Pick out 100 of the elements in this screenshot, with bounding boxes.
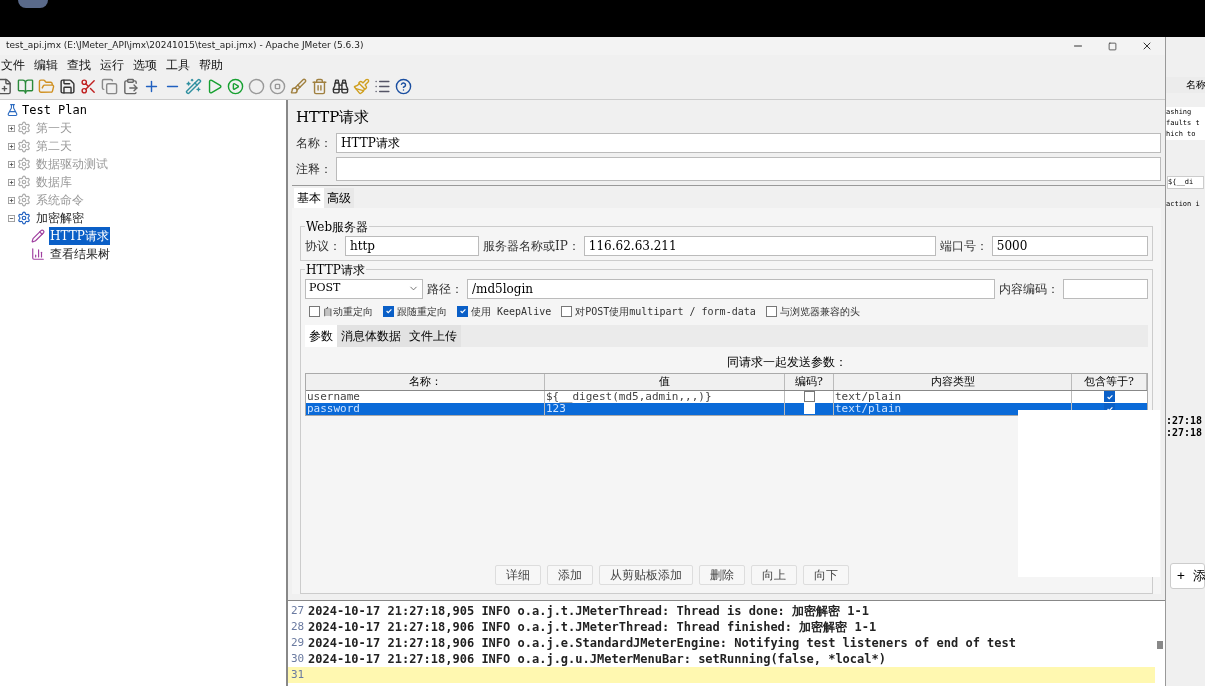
checkbox[interactable]	[561, 305, 573, 317]
play-no-pause-icon[interactable]	[227, 78, 244, 95]
close-icon[interactable]	[1141, 40, 1153, 52]
option-label: 与浏览器兼容的头	[779, 304, 860, 319]
time-text: :27:18	[1166, 427, 1204, 439]
gear-icon	[17, 139, 31, 153]
field-label: 协议：	[305, 237, 341, 255]
window-title: test_api.jmx (E:\JMeter_API\jmx\20241015\test_api.jmx) - Apache JMeter (5.6.3)	[6, 39, 365, 53]
protocol-field[interactable]: http	[345, 235, 479, 256]
chart-icon	[31, 247, 45, 261]
line-number: 28	[290, 618, 306, 635]
line-number: 30	[290, 650, 306, 667]
column-header[interactable]: 值	[545, 373, 785, 390]
tab[interactable]: 消息体数据	[337, 324, 405, 347]
expand-icon[interactable]	[143, 78, 160, 95]
checkbox[interactable]	[309, 305, 320, 317]
tab[interactable]: 高级	[324, 187, 354, 208]
toggle-icon[interactable]	[185, 78, 202, 95]
tree-item[interactable]: Test Plan	[22, 101, 88, 119]
table-action-button[interactable]: 添加	[546, 565, 593, 585]
option-label: 对POST使用multipart / form-data	[575, 304, 756, 319]
table-cell: password	[306, 402, 545, 415]
expand-toggle-icon[interactable]	[8, 160, 15, 168]
templates-icon[interactable]	[17, 78, 34, 95]
tab[interactable]: 参数	[305, 324, 337, 347]
column-header[interactable]: 名称：	[306, 373, 545, 390]
option-label: 使用 KeepAlive	[471, 304, 552, 319]
tree-item[interactable]: 加密解密	[35, 209, 85, 227]
table-cell: 123	[545, 402, 785, 415]
scissors-icon[interactable]	[80, 78, 97, 95]
menu-item[interactable]: 文件	[1, 55, 25, 74]
menu-item[interactable]: 运行	[100, 55, 124, 74]
table-action-button[interactable]: 向上	[750, 565, 797, 585]
menu-item[interactable]: 编辑	[34, 55, 58, 74]
clear-icon[interactable]	[290, 78, 307, 95]
menu-item[interactable]: 选项	[133, 55, 157, 74]
checkbox[interactable]	[1104, 391, 1115, 402]
table-action-button[interactable]: 详细	[494, 565, 541, 585]
table-action-button[interactable]: 从剪贴板添加	[598, 565, 693, 585]
menu-item[interactable]: 帮助	[199, 55, 223, 74]
expand-toggle-icon[interactable]	[8, 124, 15, 132]
comment-field[interactable]	[336, 156, 1161, 181]
column-header[interactable]: 内容类型	[834, 373, 1072, 390]
line-number: 27	[290, 602, 306, 619]
field-label: 路径：	[427, 280, 463, 298]
server-field[interactable]: 116.62.63.211	[583, 235, 936, 256]
collapse-toggle-icon[interactable]	[8, 214, 15, 222]
path-field[interactable]: /md5login	[467, 278, 995, 299]
flask-icon	[6, 103, 19, 117]
table-cell: text/plain	[834, 390, 1072, 403]
tree-item[interactable]: 查看结果树	[49, 245, 111, 263]
checkmark-icon	[458, 307, 467, 315]
field-label: 服务器名称或IP：	[483, 237, 580, 255]
new-file-icon[interactable]	[0, 78, 13, 95]
field-label: 内容编码：	[999, 280, 1059, 298]
maximize-icon[interactable]	[1108, 41, 1117, 51]
option-label: 跟随重定向	[397, 304, 447, 319]
tree-item[interactable]: HTTP请求	[49, 227, 110, 245]
method-dropdown[interactable]: POST	[305, 278, 423, 299]
line-number: 31	[290, 666, 306, 683]
pencil-icon	[31, 229, 45, 243]
tab[interactable]: 文件上传	[405, 324, 461, 347]
table-cell: ${__digest(md5,admin,,,)}	[545, 390, 785, 403]
add-button[interactable]: + 添	[1170, 563, 1205, 589]
encoding-field[interactable]	[1063, 278, 1148, 299]
table-cell: username	[306, 390, 545, 403]
checkbox[interactable]	[803, 391, 815, 402]
menu-item[interactable]: 查找	[67, 55, 91, 74]
expand-toggle-icon[interactable]	[8, 196, 15, 204]
gear-icon	[17, 175, 31, 189]
copy-icon[interactable]	[101, 78, 118, 95]
app-logo-icon[interactable]	[18, 0, 48, 8]
log-text: 2024-10-17 21:27:18,906 INFO o.a.j.e.StandardJMeterEngine: Notifying test listeners of end of test	[308, 635, 1016, 652]
field-label: 注释：	[296, 160, 332, 178]
checkbox[interactable]	[383, 305, 394, 317]
menu-item[interactable]: 工具	[166, 55, 190, 74]
checkmark-icon	[384, 307, 393, 315]
line-number: 29	[290, 634, 306, 651]
list-icon[interactable]	[374, 78, 391, 95]
binoculars-icon[interactable]	[332, 78, 349, 95]
play-icon[interactable]	[206, 78, 223, 95]
table-action-button[interactable]: 向下	[802, 565, 849, 585]
expand-toggle-icon[interactable]	[8, 178, 15, 186]
paste-icon[interactable]	[122, 78, 139, 95]
port-field[interactable]: 5000	[991, 235, 1148, 256]
save-icon[interactable]	[59, 78, 76, 95]
column-header[interactable]: 编码?	[785, 373, 834, 390]
checkbox[interactable]	[765, 305, 777, 317]
table-action-button[interactable]: 删除	[698, 565, 745, 585]
log-text: 2024-10-17 21:27:18,906 INFO o.a.j.g.u.JMeterMenuBar: setRunning(false, *local*)	[308, 651, 886, 668]
expand-toggle-icon[interactable]	[8, 142, 15, 150]
name-field[interactable]: HTTP请求	[336, 132, 1161, 153]
field-label: 端口号：	[939, 237, 988, 255]
table-caption: 同请求一起发送参数：	[726, 353, 847, 371]
help-icon[interactable]	[395, 78, 412, 95]
tab[interactable]: 基本	[294, 187, 324, 208]
gear-icon	[17, 193, 31, 207]
checkbox[interactable]	[457, 305, 468, 317]
column-header[interactable]: 包含等于?	[1072, 373, 1147, 390]
gear-icon	[17, 121, 31, 135]
